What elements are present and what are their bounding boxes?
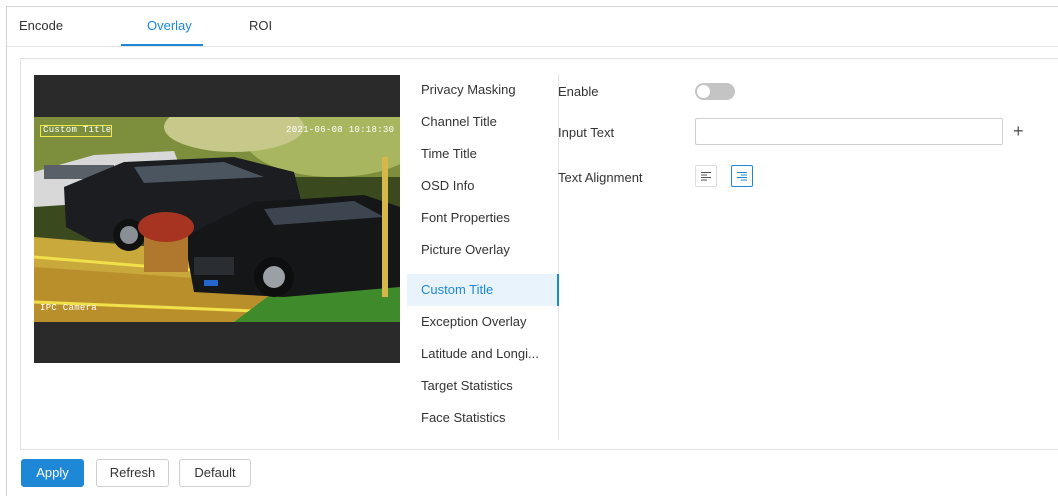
enable-label: Enable [558,84,599,99]
overlay-settings-frame: Encode Overlay ROI Custom Title 2021-06-… [6,6,1058,496]
menu-active-indicator [557,274,559,306]
apply-button[interactable]: Apply [21,459,84,487]
overlay-panel: Custom Title 2021-06-08 10:18:30 IPC Cam… [20,58,1058,450]
menu-item-custom-title[interactable]: Custom Title [407,274,559,306]
menu-item-channel-title[interactable]: Channel Title [407,106,559,138]
video-preview: Custom Title 2021-06-08 10:18:30 IPC Cam… [34,75,400,363]
menu-item-time-title[interactable]: Time Title [407,138,559,170]
menu-item-osd-info[interactable]: OSD Info [407,170,559,202]
osd-time: 2021-06-08 10:18:30 [286,125,395,135]
tab-bar: Encode Overlay ROI [7,7,1058,47]
menu-item-font-properties[interactable]: Font Properties [407,202,559,234]
tab-encode[interactable]: Encode [19,18,63,33]
refresh-button[interactable]: Refresh [96,459,169,487]
osd-channel-title: Custom Title [43,125,112,135]
menu-item-latitude-longitude[interactable]: Latitude and Longi... [407,338,559,370]
overlay-type-menu: Privacy Masking Channel Title Time Title… [407,74,559,440]
osd-bottom-label: IPC Camera [40,303,98,313]
default-button[interactable]: Default [179,459,251,487]
menu-item-face-statistics[interactable]: Face Statistics [407,402,559,434]
camera-scene-image: Custom Title 2021-06-08 10:18:30 IPC Cam… [34,117,400,322]
align-left-icon [701,172,711,181]
menu-item-privacy-masking[interactable]: Privacy Masking [407,74,559,106]
tab-overlay[interactable]: Overlay [147,18,192,33]
align-left-button[interactable] [695,165,717,187]
input-text-field[interactable] [695,118,1003,145]
text-alignment-label: Text Alignment [558,170,643,185]
input-text-label: Input Text [558,125,615,140]
align-right-button[interactable] [731,165,753,187]
parking-lot-scene [34,117,400,322]
menu-item-target-statistics[interactable]: Target Statistics [407,370,559,402]
menu-item-picture-overlay[interactable]: Picture Overlay [407,234,559,266]
enable-toggle[interactable] [695,83,735,100]
toggle-knob [697,85,710,98]
active-tab-indicator [121,44,203,46]
menu-item-exception-overlay[interactable]: Exception Overlay [407,306,559,338]
align-right-icon [737,172,747,181]
tab-roi[interactable]: ROI [249,18,272,33]
add-text-button[interactable]: + [1013,121,1024,141]
